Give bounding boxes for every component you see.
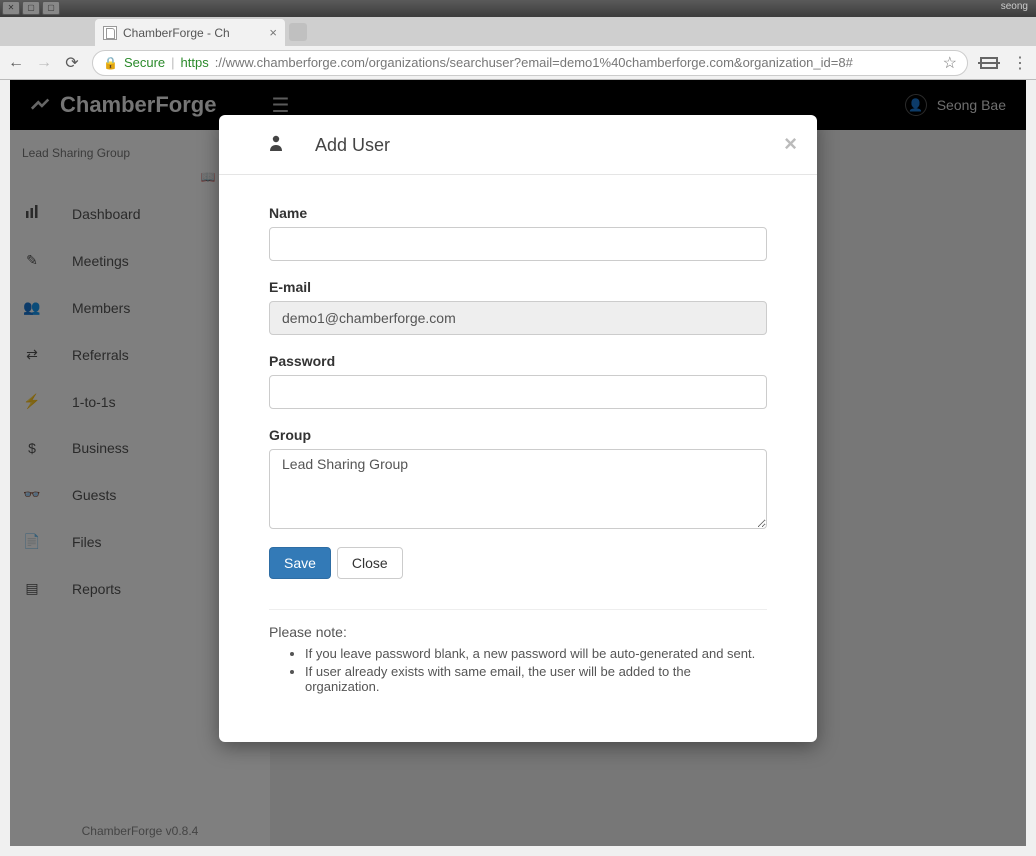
modal-body: Name E-mail Password Group Lead Sharing …: [219, 175, 817, 707]
url-input[interactable]: 🔒 Secure | https://www.chamberforge.com/…: [92, 50, 968, 76]
tab-close-icon[interactable]: ×: [269, 25, 277, 40]
address-bar: ← → ⟳ 🔒 Secure | https://www.chamberforg…: [0, 46, 1036, 80]
new-tab-button[interactable]: [289, 23, 307, 41]
page-favicon-icon: [103, 26, 117, 40]
password-input[interactable]: [269, 375, 767, 409]
add-user-modal: Add User × Name E-mail Password Group Le…: [219, 115, 817, 742]
secure-label: Secure: [124, 55, 165, 70]
url-path: ://www.chamberforge.com/organizations/se…: [215, 55, 853, 70]
browser-menu-icon[interactable]: ⋮: [1012, 53, 1028, 73]
group-label: Group: [269, 427, 767, 443]
modal-title: Add User: [315, 135, 390, 156]
browser-tab[interactable]: ChamberForge - Ch ×: [95, 19, 285, 46]
note-item: If user already exists with same email, …: [305, 664, 767, 694]
note-item: If you leave password blank, a new passw…: [305, 646, 767, 661]
name-input[interactable]: [269, 227, 767, 261]
reload-button-icon[interactable]: ⟳: [64, 55, 80, 71]
os-session-user: seong: [1001, 1, 1028, 12]
close-icon[interactable]: ×: [784, 131, 797, 157]
close-button[interactable]: Close: [337, 547, 403, 579]
lock-icon: 🔒: [103, 56, 118, 70]
tab-bar: ChamberForge - Ch ×: [0, 17, 1036, 46]
device-toolbar-icon[interactable]: [980, 57, 998, 69]
bookmark-star-icon[interactable]: ☆: [943, 53, 957, 73]
back-button-icon[interactable]: ←: [8, 55, 24, 71]
group-select[interactable]: Lead Sharing Group: [269, 449, 767, 529]
note-title: Please note:: [269, 624, 767, 640]
save-button[interactable]: Save: [269, 547, 331, 579]
user-icon: [269, 135, 283, 156]
url-protocol: https: [181, 55, 209, 70]
tab-title: ChamberForge - Ch: [123, 26, 263, 40]
modal-header: Add User ×: [219, 115, 817, 175]
note-list: If you leave password blank, a new passw…: [269, 646, 767, 694]
password-label: Password: [269, 353, 767, 369]
email-label: E-mail: [269, 279, 767, 295]
window-controls[interactable]: ✕▢▢: [2, 1, 60, 15]
os-top-bar: ✕▢▢ seong: [0, 0, 1036, 17]
forward-button-icon[interactable]: →: [36, 55, 52, 71]
email-input[interactable]: [269, 301, 767, 335]
name-label: Name: [269, 205, 767, 221]
group-option[interactable]: Lead Sharing Group: [282, 456, 754, 472]
browser-chrome: ChamberForge - Ch × ← → ⟳ 🔒 Secure | htt…: [0, 17, 1036, 80]
